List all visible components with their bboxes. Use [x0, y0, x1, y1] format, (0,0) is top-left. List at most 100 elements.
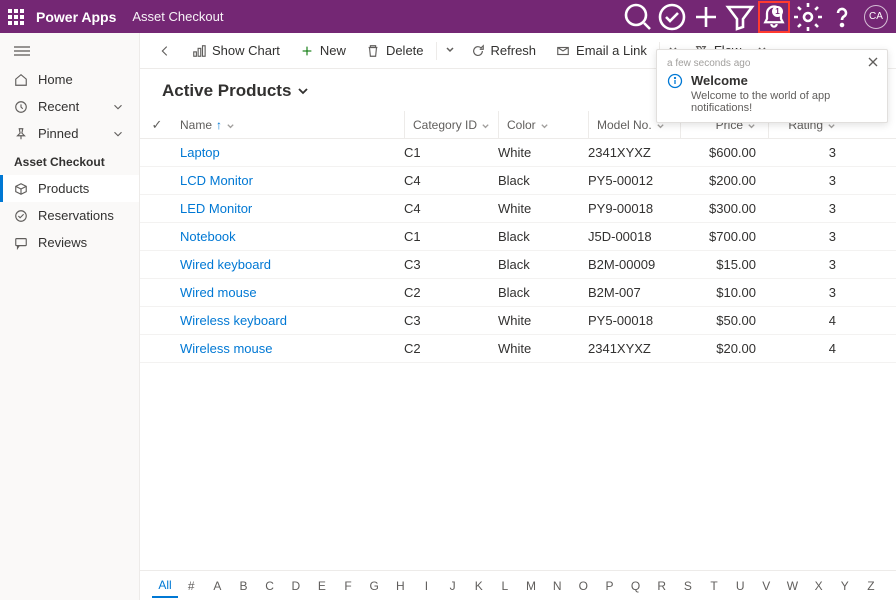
cell-rating: 3	[768, 285, 850, 300]
toast-title: Welcome	[691, 73, 877, 88]
table-row[interactable]: Wireless mouseC2White2341XYXZ$20.004	[140, 335, 896, 363]
toast-close-button[interactable]	[867, 56, 879, 71]
help-icon[interactable]	[826, 1, 858, 33]
cell-color: Black	[498, 229, 588, 244]
alpha-f[interactable]: F	[335, 575, 361, 597]
nav-pinned-label: Pinned	[38, 126, 78, 141]
cell-name[interactable]: LCD Monitor	[174, 173, 404, 188]
delete-button[interactable]: Delete	[358, 39, 432, 62]
notifications-icon[interactable]: 1	[758, 1, 790, 33]
alpha-r[interactable]: R	[649, 575, 675, 597]
alpha-g[interactable]: G	[361, 575, 387, 597]
alpha-c[interactable]: C	[257, 575, 283, 597]
nav-pinned[interactable]: Pinned	[0, 120, 139, 147]
cell-price: $600.00	[680, 145, 768, 160]
cell-category: C4	[404, 173, 498, 188]
add-icon[interactable]	[690, 1, 722, 33]
cell-category: C1	[404, 229, 498, 244]
cell-color: White	[498, 145, 588, 160]
new-button[interactable]: New	[292, 39, 354, 62]
nav-reservations-label: Reservations	[38, 208, 114, 223]
cell-rating: 3	[768, 145, 850, 160]
show-chart-label: Show Chart	[212, 43, 280, 58]
sidebar-toggle[interactable]	[0, 39, 139, 66]
alpha-l[interactable]: L	[492, 575, 518, 597]
alpha-o[interactable]: O	[570, 575, 596, 597]
delete-label: Delete	[386, 43, 424, 58]
cell-name[interactable]: Wireless keyboard	[174, 313, 404, 328]
alpha-e[interactable]: E	[309, 575, 335, 597]
alpha-u[interactable]: U	[727, 575, 753, 597]
alpha-a[interactable]: A	[204, 575, 230, 597]
alpha-z[interactable]: Z	[858, 575, 884, 597]
user-avatar[interactable]: CA	[864, 5, 888, 29]
select-all-checkbox[interactable]: ✓	[140, 117, 174, 133]
alpha-p[interactable]: P	[596, 575, 622, 597]
refresh-button[interactable]: Refresh	[463, 39, 545, 62]
alpha-h[interactable]: H	[387, 575, 413, 597]
table-row[interactable]: Wired keyboardC3BlackB2M-00009$15.003	[140, 251, 896, 279]
cell-category: C2	[404, 341, 498, 356]
nav-reviews[interactable]: Reviews	[0, 229, 139, 256]
notification-toast: a few seconds ago Welcome Welcome to the…	[656, 49, 888, 123]
column-header-color[interactable]: Color	[498, 111, 588, 138]
notification-badge: 1	[772, 6, 783, 17]
delete-chevron[interactable]	[441, 39, 459, 62]
assistant-icon[interactable]	[656, 1, 688, 33]
column-header-category[interactable]: Category ID	[404, 111, 498, 138]
nav-home-label: Home	[38, 72, 73, 87]
view-title-text: Active Products	[162, 81, 291, 101]
back-button[interactable]	[150, 40, 180, 62]
table-row[interactable]: LCD MonitorC4BlackPY5-00012$200.003	[140, 167, 896, 195]
cell-color: White	[498, 201, 588, 216]
nav-reservations[interactable]: Reservations	[0, 202, 139, 229]
alpha-x[interactable]: X	[806, 575, 832, 597]
alpha-all[interactable]: All	[152, 574, 178, 598]
cell-name[interactable]: Notebook	[174, 229, 404, 244]
alpha-t[interactable]: T	[701, 575, 727, 597]
alpha-q[interactable]: Q	[623, 575, 649, 597]
cell-name[interactable]: Wireless mouse	[174, 341, 404, 356]
cell-name[interactable]: Laptop	[174, 145, 404, 160]
nav-products[interactable]: Products	[0, 175, 139, 202]
alpha-d[interactable]: D	[283, 575, 309, 597]
cell-price: $300.00	[680, 201, 768, 216]
settings-icon[interactable]	[792, 1, 824, 33]
table-row[interactable]: LaptopC1White2341XYXZ$600.003	[140, 139, 896, 167]
alpha-#[interactable]: #	[178, 575, 204, 597]
alpha-j[interactable]: J	[440, 575, 466, 597]
alpha-i[interactable]: I	[413, 575, 439, 597]
cell-price: $700.00	[680, 229, 768, 244]
alpha-b[interactable]: B	[230, 575, 256, 597]
table-row[interactable]: Wired mouseC2BlackB2M-007$10.003	[140, 279, 896, 307]
alpha-n[interactable]: N	[544, 575, 570, 597]
alpha-y[interactable]: Y	[832, 575, 858, 597]
filter-icon[interactable]	[724, 1, 756, 33]
cell-category: C2	[404, 285, 498, 300]
alpha-k[interactable]: K	[466, 575, 492, 597]
alpha-s[interactable]: S	[675, 575, 701, 597]
alpha-w[interactable]: W	[779, 575, 805, 597]
search-icon[interactable]	[622, 1, 654, 33]
app-title: Asset Checkout	[132, 9, 223, 24]
alphabet-filter: All#ABCDEFGHIJKLMNOPQRSTUVWXYZ	[140, 570, 896, 600]
cell-name[interactable]: Wired mouse	[174, 285, 404, 300]
cell-model: PY9-00018	[588, 201, 680, 216]
table-row[interactable]: LED MonitorC4WhitePY9-00018$300.003	[140, 195, 896, 223]
header-actions: 1 CA	[622, 1, 888, 33]
column-header-name[interactable]: Name ↑	[174, 111, 404, 138]
nav-home[interactable]: Home	[0, 66, 139, 93]
alpha-m[interactable]: M	[518, 575, 544, 597]
table-row[interactable]: NotebookC1BlackJ5D-00018$700.003	[140, 223, 896, 251]
show-chart-button[interactable]: Show Chart	[184, 39, 288, 62]
table-row[interactable]: Wireless keyboardC3WhitePY5-00018$50.004	[140, 307, 896, 335]
nav-recent[interactable]: Recent	[0, 93, 139, 120]
nav-recent-label: Recent	[38, 99, 79, 114]
app-launcher-icon[interactable]	[8, 9, 24, 25]
cell-name[interactable]: Wired keyboard	[174, 257, 404, 272]
alpha-v[interactable]: V	[753, 575, 779, 597]
cell-model: B2M-007	[588, 285, 680, 300]
email-link-button[interactable]: Email a Link	[548, 39, 655, 62]
cell-name[interactable]: LED Monitor	[174, 201, 404, 216]
cell-price: $20.00	[680, 341, 768, 356]
